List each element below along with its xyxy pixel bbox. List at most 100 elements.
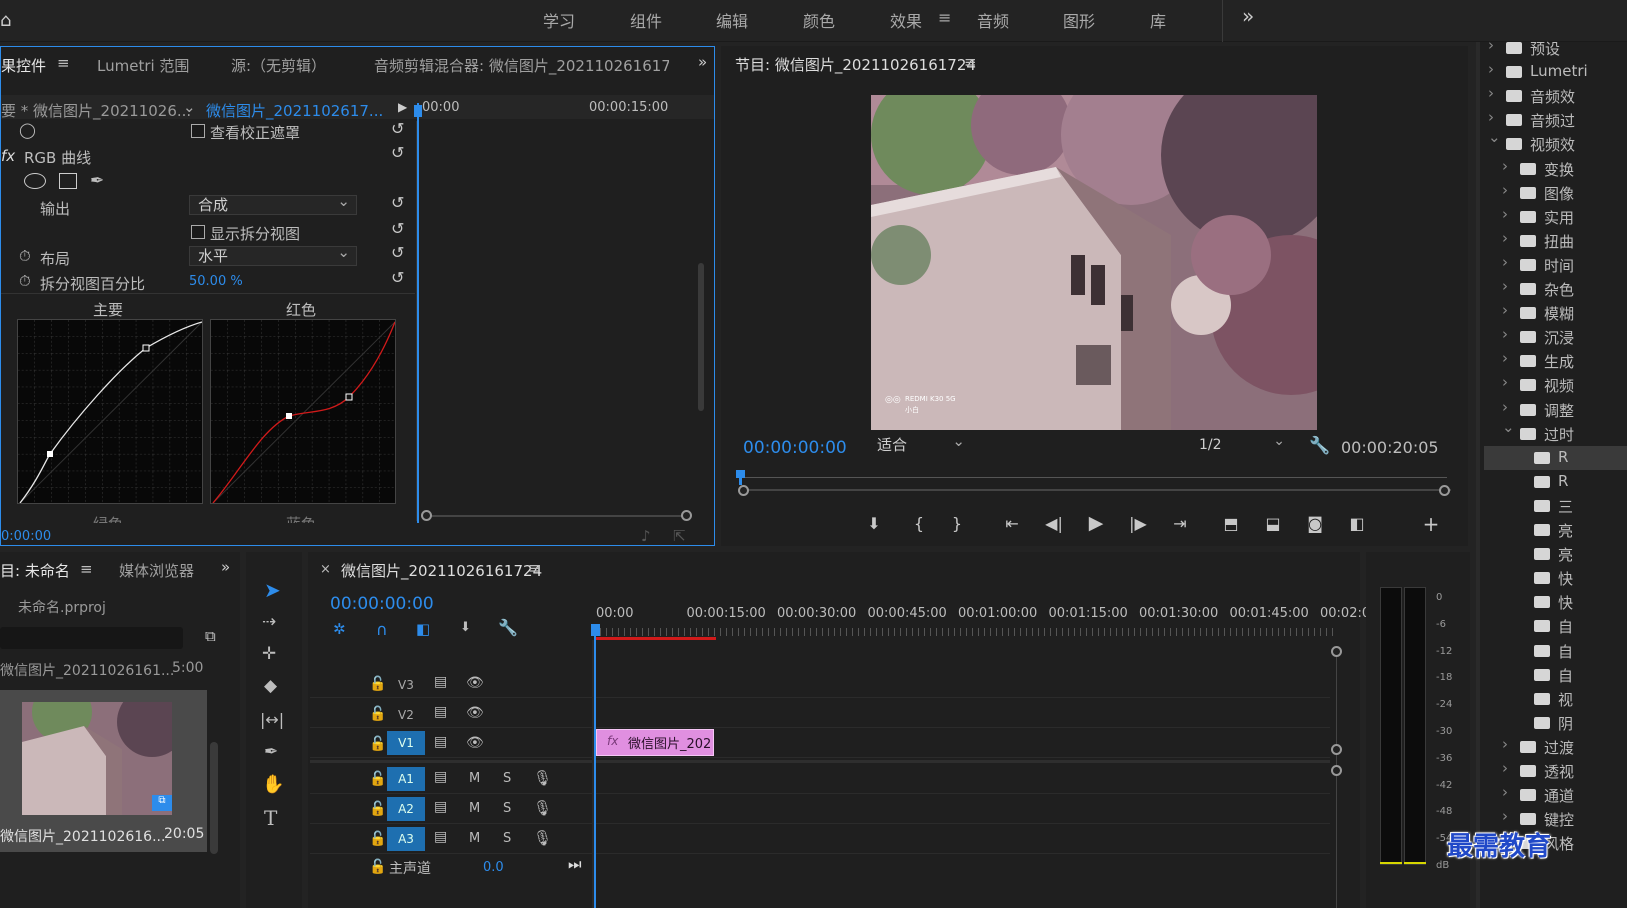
lock-icon[interactable]: 🔓	[369, 801, 386, 817]
rgb-curves-label[interactable]: RGB 曲线	[24, 147, 91, 168]
master-curve-graph[interactable]	[17, 319, 203, 504]
eye-icon[interactable]: 👁	[466, 675, 484, 691]
sync-lock-icon[interactable]: ▤	[434, 734, 447, 750]
chevron-right-icon[interactable]: ›	[1488, 60, 1494, 78]
effects-tree-item[interactable]: 亮	[1484, 542, 1627, 566]
timeline-ruler[interactable]: 00:00 00:00:15:00 00:00:30:00 00:00:45:00 00…	[594, 594, 1370, 640]
effects-tree-item[interactable]: › 图像	[1484, 181, 1627, 205]
track-label-v1[interactable]: V1	[387, 731, 425, 755]
layout-dropdown[interactable]: 水平	[189, 243, 357, 266]
effects-tree-item[interactable]: › 时间	[1484, 253, 1627, 277]
ellipse-mask-icon[interactable]	[24, 173, 46, 189]
hand-tool-icon[interactable]: ✋	[262, 774, 284, 795]
insert-overwrite-icon[interactable]: ◧	[416, 620, 430, 638]
chevron-right-icon[interactable]: ›	[1502, 157, 1508, 175]
workspace-tab-audio[interactable]: 音频	[977, 8, 1009, 32]
sync-lock-icon[interactable]: ▤	[434, 704, 447, 720]
close-icon[interactable]: ×	[320, 562, 331, 577]
effects-tree-item[interactable]: 亮	[1484, 518, 1627, 542]
mute-button[interactable]: M	[469, 831, 480, 846]
step-forward-icon[interactable]: |▶	[1125, 514, 1151, 533]
microphone-icon[interactable]: 🎙	[533, 769, 552, 787]
chevron-right-icon[interactable]: ›	[1502, 759, 1508, 777]
rectangle-mask-icon[interactable]	[59, 173, 77, 189]
project-search-input[interactable]	[0, 627, 183, 649]
lock-icon[interactable]: 🔓	[369, 706, 386, 722]
solo-button[interactable]: S	[503, 771, 511, 786]
chevron-right-icon[interactable]: ›	[1502, 301, 1508, 319]
lock-icon[interactable]: 🔓	[369, 736, 386, 752]
stopwatch-icon[interactable]: ◯	[19, 121, 36, 139]
mute-button[interactable]: M	[469, 771, 480, 786]
reset-icon[interactable]: ↺	[391, 193, 404, 212]
go-to-in-icon[interactable]: ⇤	[999, 514, 1025, 533]
mini-playhead[interactable]	[417, 103, 419, 523]
view-mask-checkbox[interactable]	[191, 124, 205, 138]
lock-icon[interactable]: 🔓	[369, 771, 386, 787]
effects-tree-item[interactable]: › 视频	[1484, 373, 1627, 397]
chevron-right-icon[interactable]: ›	[1502, 181, 1508, 199]
reset-icon[interactable]: ↺	[391, 143, 404, 162]
sync-lock-icon[interactable]: ▤	[434, 674, 447, 690]
chevron-right-icon[interactable]: ›	[1502, 373, 1508, 391]
show-split-view-checkbox[interactable]	[191, 225, 205, 239]
split-percent-value[interactable]: 50.00 %	[189, 274, 243, 289]
type-tool-icon[interactable]: T	[264, 806, 277, 830]
chevron-right-icon[interactable]: ›	[1488, 84, 1494, 102]
effects-tree-item[interactable]: › 扭曲	[1484, 229, 1627, 253]
track-label-a1[interactable]: A1	[387, 767, 425, 791]
timeline-settings-icon[interactable]: 🔧	[498, 618, 518, 637]
sync-lock-icon[interactable]: ▤	[434, 799, 447, 815]
tab-project[interactable]: 目: 未命名	[0, 560, 70, 581]
reset-icon[interactable]: ↺	[391, 119, 404, 138]
effects-tree-item[interactable]: 三	[1484, 494, 1627, 518]
compare-view-icon[interactable]: ◧	[1344, 514, 1370, 533]
reset-icon[interactable]: ↺	[391, 219, 404, 238]
effects-tree-item[interactable]: › 通道	[1484, 783, 1627, 807]
lock-icon[interactable]: 🔓	[369, 859, 386, 875]
eye-icon[interactable]: 👁	[466, 735, 484, 751]
chevron-right-icon[interactable]: ›	[1502, 325, 1508, 343]
workspace-tab-assembly[interactable]: 组件	[630, 8, 662, 32]
effects-tree-item[interactable]: 快	[1484, 590, 1627, 614]
effects-tree-item[interactable]: › 音频效	[1484, 84, 1627, 108]
track-select-tool-icon[interactable]: ⇢	[262, 612, 276, 632]
vertical-scrollbar[interactable]	[698, 263, 704, 411]
export-frame-icon[interactable]: ◙	[1302, 514, 1328, 533]
track-label-a3[interactable]: A3	[387, 827, 425, 851]
panel-overflow-icon[interactable]: »	[698, 53, 707, 71]
chevron-down-icon[interactable]: ⌄	[183, 98, 196, 116]
chevron-right-icon[interactable]: ›	[1502, 807, 1508, 825]
extract-icon[interactable]: ⬓	[1260, 514, 1286, 533]
slip-tool-icon[interactable]: |↔|	[260, 710, 284, 729]
timeline-playhead[interactable]	[594, 624, 596, 908]
play-icon[interactable]: ▶	[1083, 512, 1109, 534]
timeline-timecode[interactable]: 00:00:00:00	[330, 594, 434, 614]
sync-lock-icon[interactable]: ▤	[434, 769, 447, 785]
project-clip-name[interactable]: 微信图片_20211026161...	[0, 660, 174, 680]
microphone-icon[interactable]: 🎙	[533, 829, 552, 847]
new-bin-icon[interactable]: ⧉	[205, 627, 216, 645]
effects-tree-item[interactable]: 自	[1484, 639, 1627, 663]
program-menu-icon[interactable]: ≡	[964, 53, 977, 71]
solo-button[interactable]: S	[503, 831, 511, 846]
workspace-tab-learn[interactable]: 学习	[543, 8, 575, 32]
effects-tree-item[interactable]: R	[1484, 445, 1627, 470]
chevron-right-icon[interactable]: ›	[1488, 108, 1494, 126]
effects-tree-item[interactable]: › 杂色	[1484, 277, 1627, 301]
chevron-right-icon[interactable]: ›	[1502, 253, 1508, 271]
workspace-tab-graphics[interactable]: 图形	[1063, 8, 1095, 32]
timeline-playhead-handle[interactable]	[591, 624, 600, 636]
effects-tree-item[interactable]: ⌄ 视频效	[1484, 128, 1627, 156]
tab-lumetri-scopes[interactable]: Lumetri 范围	[97, 55, 189, 76]
program-scrubber[interactable]	[736, 466, 1451, 506]
effects-tree-item[interactable]: 自	[1484, 614, 1627, 638]
effect-timecode[interactable]: 0:00:00	[1, 529, 51, 544]
workspace-tab-libraries[interactable]: 库	[1150, 8, 1166, 32]
project-menu-icon[interactable]: ≡	[80, 560, 93, 578]
panel-overflow-icon[interactable]: »	[221, 558, 230, 576]
fit-dropdown[interactable]: 适合	[869, 432, 971, 456]
tab-effect-controls[interactable]: 果控件	[1, 55, 46, 76]
chevron-right-icon[interactable]: ›	[1488, 36, 1494, 54]
razor-tool-icon[interactable]: ◆	[264, 676, 277, 696]
